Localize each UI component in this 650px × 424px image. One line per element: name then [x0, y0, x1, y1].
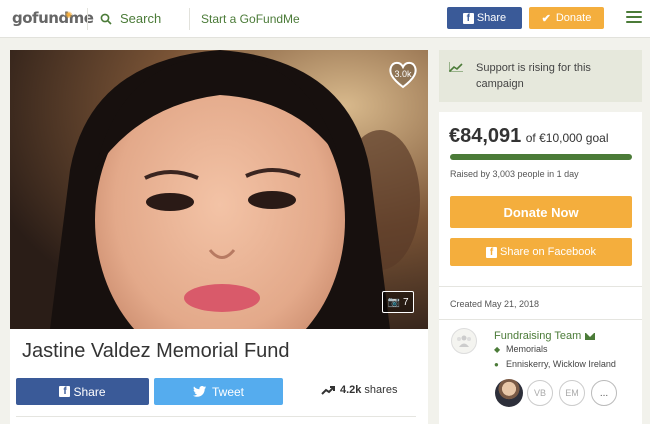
nav-divider	[189, 8, 190, 30]
check-icon: ✔	[541, 12, 551, 25]
header-share-label: Share	[476, 12, 507, 24]
support-banner: Support is rising for this campaign	[439, 50, 642, 102]
search-label: Search	[120, 11, 162, 26]
location-text: Enniskerry, Wicklow Ireland	[506, 359, 616, 369]
top-nav: gofundme ✺ Search Start a GoFundMe f Sha…	[0, 0, 650, 38]
shares-number: 4.2k	[340, 384, 362, 396]
share-on-facebook-label: Share on Facebook	[499, 246, 596, 258]
search-icon	[100, 13, 112, 25]
support-text: Support is rising for this campaign	[476, 62, 591, 90]
facebook-icon: f	[485, 246, 497, 258]
location-row: ● Enniskerry, Wicklow Ireland	[494, 359, 616, 369]
search-link[interactable]: Search	[100, 11, 161, 26]
team-name: Fundraising Team	[494, 330, 582, 342]
goal-text: of €10,000 goal	[525, 131, 609, 145]
donate-now-button[interactable]: Donate Now	[450, 196, 632, 228]
hamburger-menu-icon[interactable]	[626, 11, 642, 25]
camera-icon: 📷	[387, 296, 400, 308]
group-icon	[457, 335, 471, 347]
facebook-share-button[interactable]: f Share	[16, 378, 149, 405]
location-pin-icon: ●	[494, 359, 499, 369]
logo-text: gofundme	[12, 9, 94, 27]
campaign-photo[interactable]: 3.0k 📷 7	[10, 50, 428, 329]
raised-amount: €84,091	[449, 125, 522, 147]
progress-fill	[450, 154, 632, 160]
member-avatar[interactable]: EM	[559, 380, 585, 406]
facebook-share-label: Share	[73, 384, 106, 399]
facebook-icon: f	[59, 386, 71, 397]
header-donate-button[interactable]: ✔ Donate	[529, 7, 604, 29]
organizer-avatar[interactable]	[495, 379, 523, 407]
start-gofundme-link[interactable]: Start a GoFundMe	[201, 12, 300, 26]
share-row: f Share Tweet 4.2k shares	[16, 378, 416, 406]
photo-count: 7	[402, 296, 409, 308]
twitter-icon	[192, 386, 206, 397]
tweet-label: Tweet	[211, 384, 244, 399]
campaign-title: Jastine Valdez Memorial Fund	[22, 340, 290, 362]
team-members: VB EM ...	[495, 378, 617, 408]
campaign-card: 3.0k 📷 7 Jastine Valdez Memorial Fund f …	[10, 50, 428, 424]
raised-summary: €84,091 of €10,000 goal	[449, 125, 609, 148]
category-row: ◆ Memorials	[494, 344, 548, 354]
team-avatar[interactable]	[451, 328, 477, 354]
trending-up-icon	[449, 62, 463, 72]
created-date: Created May 21, 2018	[450, 299, 540, 309]
shares-label: shares	[364, 384, 398, 396]
progress-bar	[450, 154, 632, 160]
team-name-link[interactable]: Fundraising Team	[494, 330, 596, 342]
heart-button[interactable]: 3.0k	[388, 60, 418, 90]
raised-by-text: Raised by 3,003 people in 1 day	[450, 169, 579, 179]
share-on-facebook-button[interactable]: f Share on Facebook	[450, 238, 632, 266]
share-count: 4.2k shares	[321, 384, 397, 396]
header-donate-label: Donate	[555, 12, 592, 24]
tweet-button[interactable]: Tweet	[154, 378, 283, 405]
header-share-button[interactable]: f Share	[447, 7, 522, 29]
facebook-icon: f	[462, 12, 474, 24]
photo-gallery-button[interactable]: 📷 7	[382, 291, 414, 313]
nav-divider	[87, 8, 88, 30]
tag-icon: ◆	[494, 344, 501, 354]
gofundme-logo[interactable]: gofundme ✺	[12, 9, 94, 27]
trending-icon	[321, 386, 335, 395]
mail-icon[interactable]	[585, 332, 596, 340]
donation-card: €84,091 of €10,000 goal Raised by 3,003 …	[439, 112, 642, 424]
heart-count: 3.0k	[394, 69, 412, 79]
divider	[439, 286, 642, 287]
category-text[interactable]: Memorials	[506, 344, 548, 354]
campaign-photo-image	[10, 50, 428, 329]
member-avatar[interactable]: VB	[527, 380, 553, 406]
divider	[16, 416, 416, 417]
divider	[439, 319, 642, 320]
more-members-button[interactable]: ...	[591, 380, 617, 406]
logo-sun-icon: ✺	[65, 11, 73, 21]
